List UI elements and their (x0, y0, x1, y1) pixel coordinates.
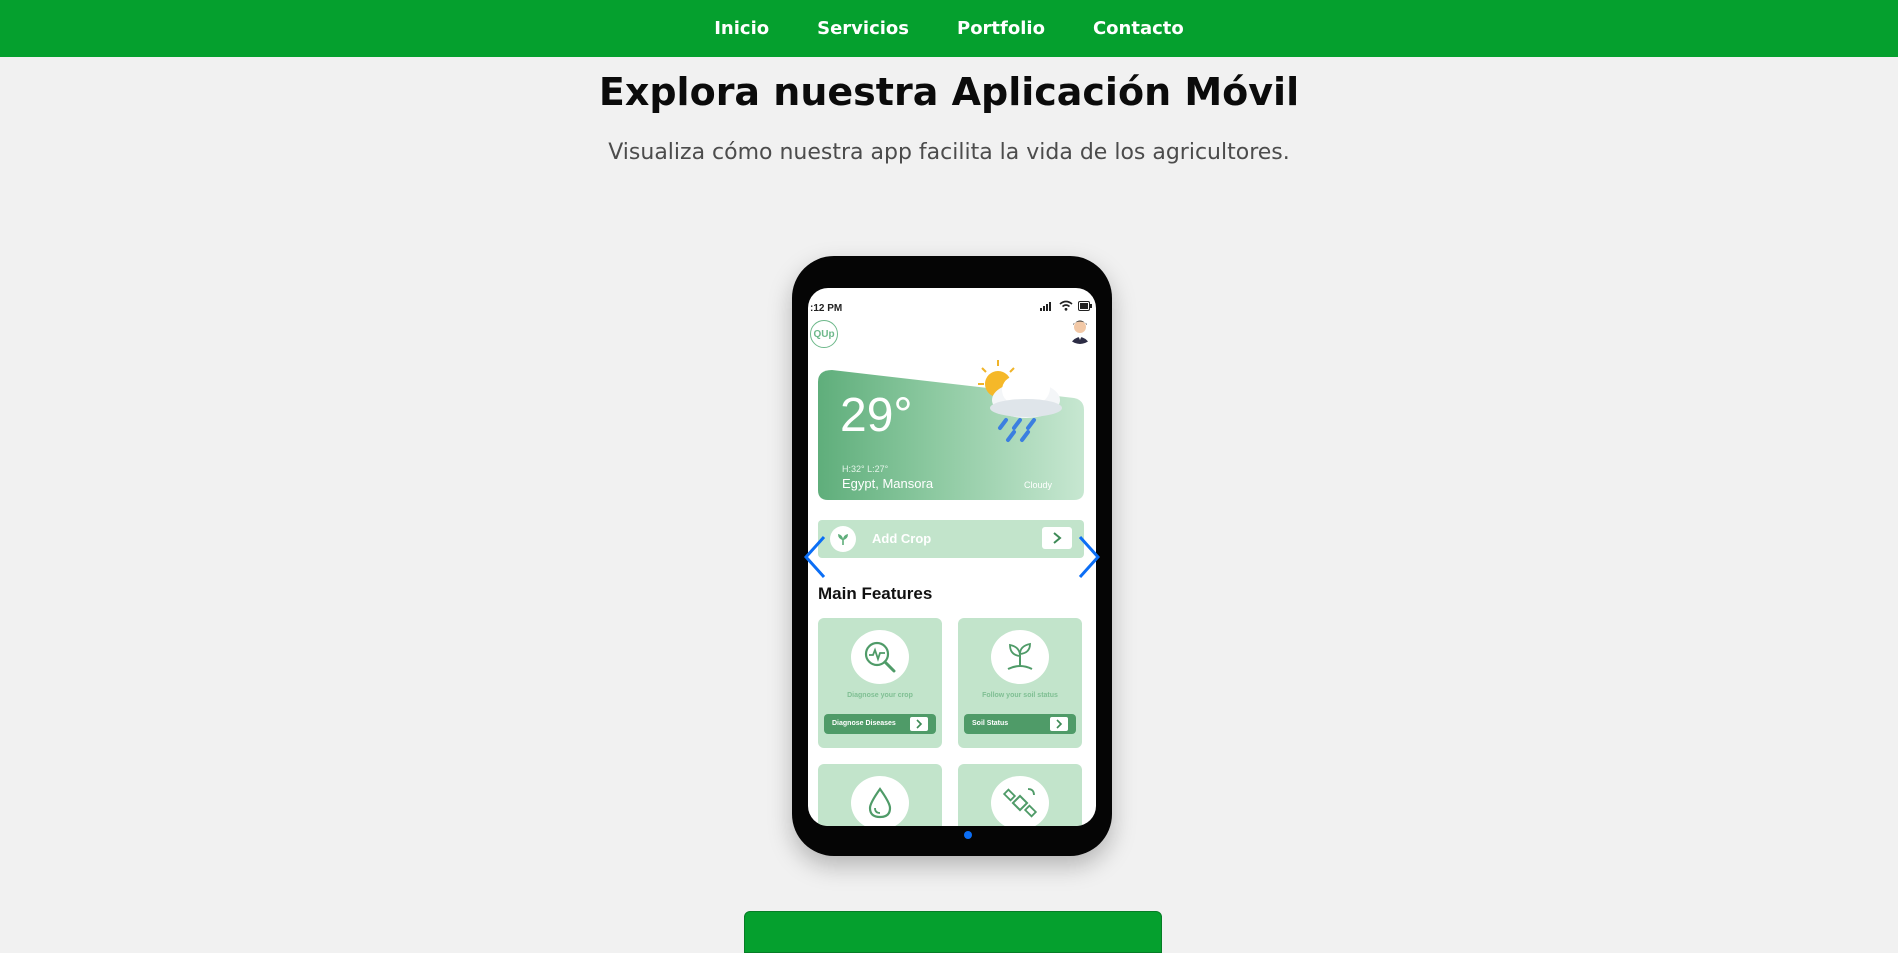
add-crop-button[interactable]: Add Crop (818, 520, 1084, 558)
weather-card: 29° H:32° L:27° Egypt, Mansora Cloudy (818, 360, 1084, 500)
plant-icon (838, 534, 848, 545)
phone-mockup: :12 PM QUp 29° H:32° L:27° Egypt, Mansor… (792, 256, 1112, 856)
add-crop-label: Add Crop (872, 531, 932, 546)
section-title: Explora nuestra Aplicación Móvil (598, 70, 1300, 114)
soil-status-button[interactable]: Soil Status (964, 714, 1076, 734)
nav-link-inicio[interactable]: Inicio (714, 18, 769, 39)
app-logo: QUp (810, 320, 838, 348)
feature-caption: Diagnose your crop (847, 692, 913, 699)
chevron-right-icon (1056, 719, 1063, 729)
section-subtitle: Visualiza cómo nuestra app facilita la v… (608, 140, 1290, 165)
weather-temperature: 29° (840, 389, 913, 442)
diagnose-magnifier-icon (864, 641, 896, 673)
diagnose-diseases-button[interactable]: Diagnose Diseases (824, 714, 936, 734)
avatar (1066, 316, 1094, 344)
feature-card-satellite[interactable] (958, 764, 1082, 826)
satellite-icon (1002, 788, 1038, 818)
app-screenshot: :12 PM QUp 29° H:32° L:27° Egypt, Mansor… (808, 288, 1096, 826)
weather-high-low: H:32° L:27° (842, 464, 889, 474)
feature-card-diagnose[interactable]: Diagnose your crop Diagnose Diseases (818, 618, 942, 748)
cta-button[interactable] (744, 911, 1162, 953)
chevron-right-icon (1078, 535, 1101, 579)
carousel-next-button[interactable] (1076, 533, 1102, 581)
carousel-prev-button[interactable] (802, 533, 828, 581)
carousel-indicator-dot[interactable] (964, 831, 972, 839)
main-features-heading: Main Features (818, 584, 933, 603)
nav-link-contacto[interactable]: Contacto (1093, 18, 1184, 39)
sprout-icon (1007, 642, 1033, 670)
wifi-icon (1059, 300, 1073, 311)
sun-cloud-rain-icon (978, 360, 1062, 442)
nav-link-portfolio[interactable]: Portfolio (957, 18, 1045, 39)
chevron-right-icon (916, 719, 923, 729)
chevron-left-icon (803, 535, 826, 579)
chevron-right-icon (1053, 532, 1062, 544)
top-navbar: Inicio Servicios Portfolio Contacto (0, 0, 1898, 57)
nav-link-servicios[interactable]: Servicios (817, 18, 909, 39)
weather-condition: Cloudy (1024, 480, 1053, 490)
weather-location: Egypt, Mansora (842, 476, 934, 491)
user-avatar-icon (1070, 320, 1090, 344)
battery-icon (1078, 300, 1092, 311)
signal-icon (1040, 301, 1051, 311)
water-drop-icon (868, 787, 892, 819)
status-time: :12 PM (810, 303, 843, 314)
phone-status-bar: :12 PM (808, 298, 1096, 314)
feature-caption: Follow your soil status (982, 692, 1058, 699)
feature-card-water[interactable] (818, 764, 942, 826)
feature-card-soil[interactable]: Follow your soil status Soil Status (958, 618, 1082, 748)
app-logo-text: QUp (813, 328, 835, 340)
